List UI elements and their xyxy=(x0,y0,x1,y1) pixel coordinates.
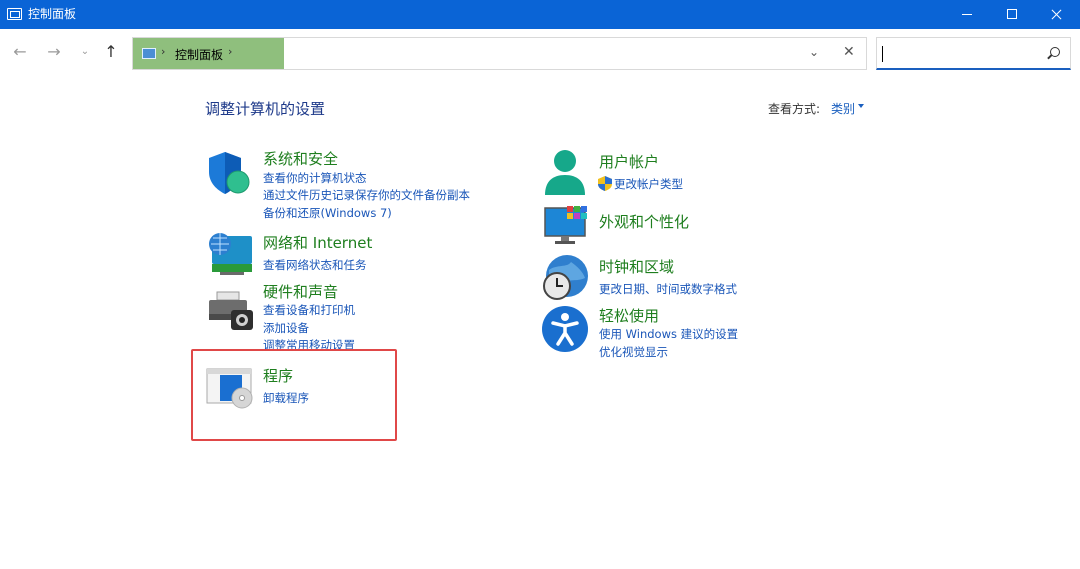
category-hardware-sound[interactable]: 硬件和声音 xyxy=(263,281,338,302)
network-globe-icon xyxy=(209,233,252,275)
clear-address-icon[interactable]: ✕ xyxy=(843,44,855,60)
address-bar[interactable]: › 控制面板 › ⌄ ✕ xyxy=(132,37,867,70)
control-panel-small-icon xyxy=(142,48,156,59)
category-user-accounts[interactable]: 用户帐户 xyxy=(599,151,659,172)
text-caret xyxy=(882,46,883,62)
breadcrumb-control-panel[interactable]: 控制面板 xyxy=(175,46,223,63)
highlight-box xyxy=(191,349,397,441)
window-title: 控制面板 xyxy=(28,7,77,21)
link-optimize-visual-display[interactable]: 优化视觉显示 xyxy=(599,344,668,360)
link-view-devices-printers[interactable]: 查看设备和打印机 xyxy=(263,302,355,318)
monitor-personalize-icon xyxy=(544,206,587,244)
link-recommended-settings[interactable]: 使用 Windows 建议的设置 xyxy=(599,326,738,342)
close-button[interactable] xyxy=(1035,0,1079,29)
category-clock-region[interactable]: 时钟和区域 xyxy=(599,256,674,277)
category-ease-of-access[interactable]: 轻松使用 xyxy=(599,305,659,326)
control-panel-icon xyxy=(7,8,22,20)
forward-arrow-icon[interactable]: → xyxy=(43,41,65,63)
link-backup-restore[interactable]: 备份和还原(Windows 7) xyxy=(263,205,392,221)
recent-locations-chevron-icon[interactable]: ⌄ xyxy=(74,41,96,63)
search-input[interactable] xyxy=(876,37,1071,70)
search-icon[interactable] xyxy=(1050,47,1060,57)
breadcrumb-separator[interactable]: › xyxy=(228,45,232,58)
maximize-button[interactable] xyxy=(990,0,1034,29)
address-dropdown-icon[interactable]: ⌄ xyxy=(809,45,819,59)
view-by-chevron-icon[interactable] xyxy=(858,104,864,108)
user-icon xyxy=(545,150,585,195)
link-view-network-status[interactable]: 查看网络状态和任务 xyxy=(263,257,367,273)
back-arrow-icon[interactable]: ← xyxy=(9,41,31,63)
category-appearance-personalization[interactable]: 外观和个性化 xyxy=(599,211,689,232)
page-title: 调整计算机的设置 xyxy=(205,100,326,118)
view-by-label: 查看方式: xyxy=(768,102,821,116)
clock-globe-icon xyxy=(543,255,588,300)
category-network-internet[interactable]: 网络和 Internet xyxy=(263,232,372,253)
breadcrumb-separator[interactable]: › xyxy=(161,45,165,58)
link-change-date-time-format[interactable]: 更改日期、时间或数字格式 xyxy=(599,281,737,297)
title-bar: 控制面板 xyxy=(0,0,1080,29)
link-view-computer-status[interactable]: 查看你的计算机状态 xyxy=(263,170,367,186)
minimize-button[interactable] xyxy=(945,0,989,29)
view-by-dropdown[interactable]: 类别 xyxy=(831,100,855,117)
category-system-security[interactable]: 系统和安全 xyxy=(263,148,338,169)
printer-camera-icon xyxy=(209,291,253,330)
up-arrow-icon[interactable]: ↑ xyxy=(100,41,122,63)
uac-shield-icon xyxy=(598,176,612,191)
breadcrumb[interactable]: › 控制面板 › xyxy=(133,38,284,69)
shield-icon xyxy=(209,152,250,194)
link-change-account-type[interactable]: 更改帐户类型 xyxy=(614,176,683,192)
accessibility-icon xyxy=(542,306,588,352)
link-add-device[interactable]: 添加设备 xyxy=(263,320,309,336)
link-file-history-backup[interactable]: 通过文件历史记录保存你的文件备份副本 xyxy=(263,187,470,203)
